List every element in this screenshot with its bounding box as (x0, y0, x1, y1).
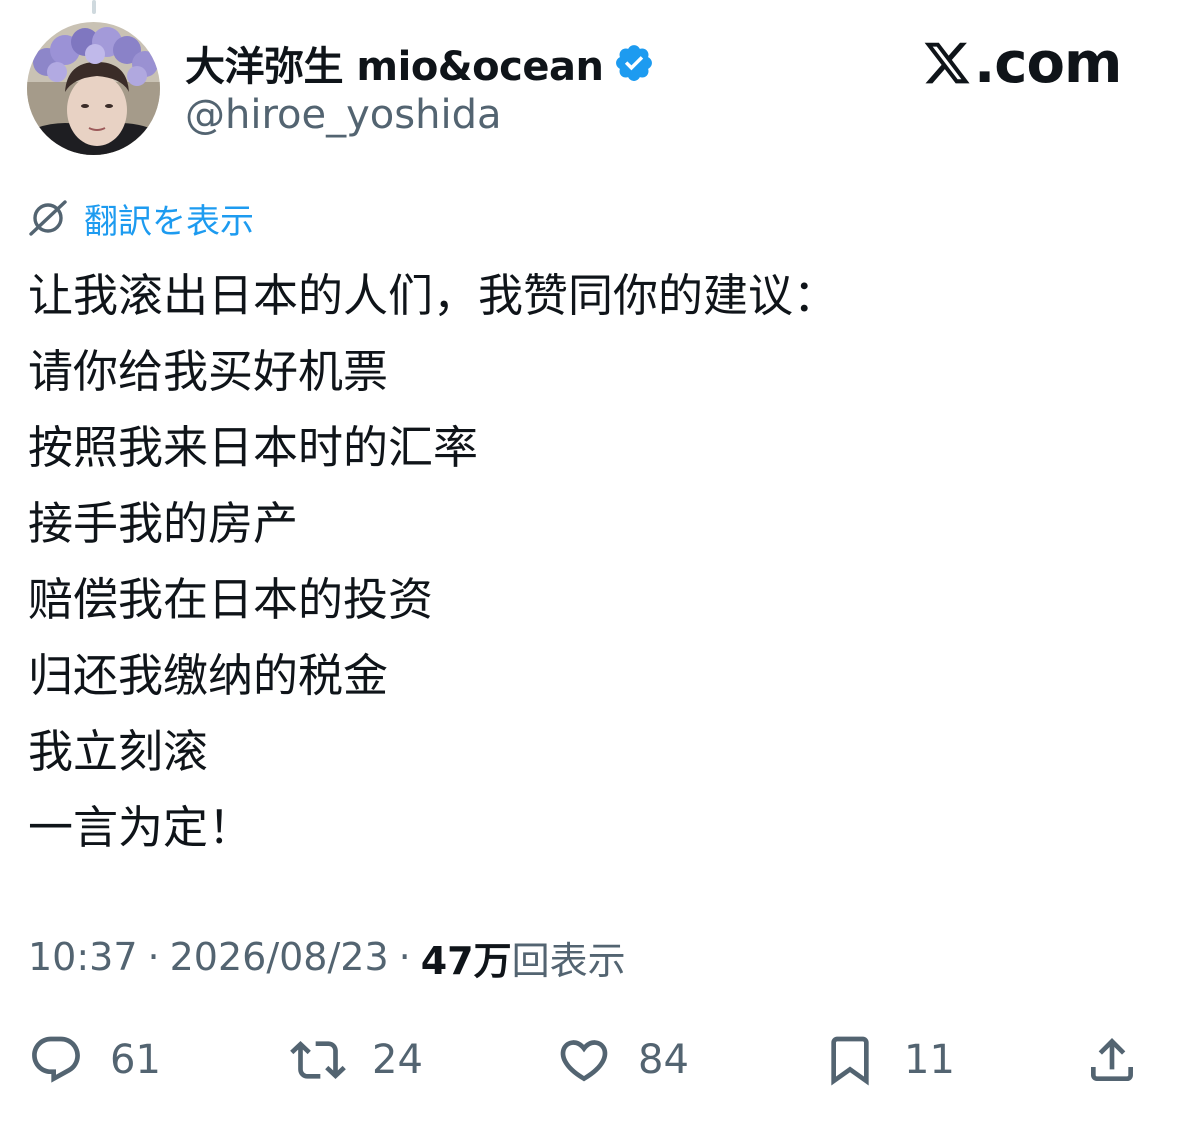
translate-label[interactable]: 翻訳を表示 (84, 194, 254, 243)
reply-icon (32, 1036, 80, 1083)
tweet-line: 让我滚出日本的人们，我赞同你的建议： (28, 269, 839, 322)
views-label[interactable]: 回表示 (512, 930, 626, 985)
author-handle[interactable]: @hiroe_yoshida (185, 92, 501, 138)
tweet-text: 让我滚出日本的人们，我赞同你的建议： 请你给我买好机票 按照我来日本时的汇率 接… (28, 258, 1148, 866)
show-translation-button[interactable]: 翻訳を表示 (28, 194, 254, 243)
tweet-line: 赔偿我在日本的投资 (28, 573, 434, 626)
tweet-date[interactable]: 2026/08/23 (170, 935, 389, 979)
repost-button[interactable]: 24 (290, 1030, 423, 1090)
repost-icon (290, 1041, 346, 1079)
heart-icon (560, 1040, 608, 1082)
bookmark-button[interactable]: 11 (822, 1030, 955, 1090)
views-count[interactable]: 47万 (421, 930, 512, 985)
tweet-line: 按照我来日本时的汇率 (28, 421, 479, 474)
tweet-line: 归还我缴纳的税金 (28, 649, 389, 702)
separator: · (147, 935, 160, 979)
tweet-line: 请你给我买好机票 (28, 345, 389, 398)
verified-badge-icon (616, 45, 653, 81)
thread-connector (92, 0, 96, 14)
share-icon (1091, 1038, 1133, 1081)
separator: · (398, 935, 411, 979)
tweet-actions-bar: 61 24 84 11 (0, 1030, 1179, 1090)
like-count: 84 (638, 1037, 689, 1083)
bookmark-icon (831, 1036, 869, 1086)
x-com-logo: .com (922, 30, 1122, 96)
repost-count: 24 (372, 1037, 423, 1083)
avatar-photo (27, 22, 160, 155)
tweet-line: 接手我的房产 (28, 497, 299, 550)
tweet-metadata: 10:37 · 2026/08/23 · 47万 回表示 (28, 930, 626, 985)
author-name-row[interactable]: 大洋弥生 mio&ocean (185, 38, 655, 90)
x-logo-icon (924, 42, 970, 84)
x-domain-text: .com (974, 30, 1122, 96)
reply-button[interactable]: 61 (28, 1030, 161, 1090)
tweet-time[interactable]: 10:37 (28, 935, 138, 979)
bookmark-count: 11 (904, 1037, 955, 1083)
tweet-line: 我立刻滚 (28, 725, 209, 778)
tweet-line: 一言为定！ (28, 801, 254, 854)
author-display-name[interactable]: 大洋弥生 mio&ocean (185, 34, 604, 92)
translate-icon (29, 200, 67, 236)
avatar[interactable] (27, 22, 160, 155)
like-button[interactable]: 84 (556, 1030, 689, 1090)
reply-count: 61 (110, 1037, 161, 1083)
share-button[interactable] (1084, 1030, 1140, 1090)
